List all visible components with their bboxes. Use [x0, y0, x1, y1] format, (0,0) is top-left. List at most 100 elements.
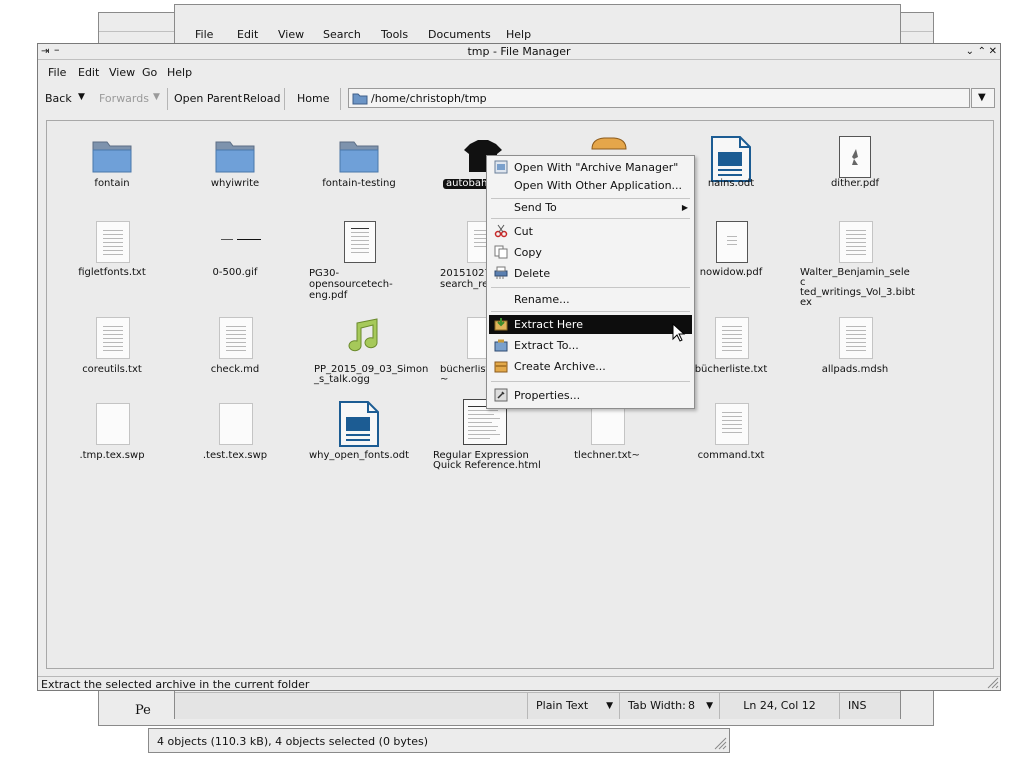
file-item[interactable]: fontain [52, 131, 172, 201]
status-message-text: Extract the selected archive in the curr… [41, 678, 310, 691]
file-label: command.txt [697, 450, 765, 461]
resize-grip-icon[interactable] [987, 677, 999, 689]
pdf-icon [839, 136, 871, 178]
file-item[interactable]: tlechner.txt~ [547, 399, 667, 469]
menu-item-label: Rename... [514, 293, 570, 306]
syntax-mode-label: Plain Text [536, 699, 589, 712]
menu-item-send-to[interactable]: Send To ▶ [489, 198, 692, 217]
forwards-history-dropdown-icon[interactable]: ▼ [153, 92, 160, 102]
file-label: whyiwrite [210, 178, 260, 189]
editor-menu-help[interactable]: Help [506, 28, 531, 41]
editor-menu-search[interactable]: Search [323, 28, 361, 41]
blank-file-icon [591, 403, 625, 445]
chevron-down-icon: ▼ [978, 92, 986, 103]
tab-width-dropdown[interactable]: Tab Width: 8 ▼ [619, 693, 719, 719]
menu-item-extract-here[interactable]: Extract Here [489, 315, 692, 334]
text-file-icon [715, 317, 749, 359]
file-label: fontain-testing [322, 178, 396, 189]
copy-icon [494, 245, 508, 259]
menu-separator [491, 287, 690, 288]
resize-grip-icon[interactable] [713, 736, 727, 750]
text-file-icon [715, 403, 749, 445]
insert-mode: INS [839, 693, 879, 719]
file-item[interactable]: why_open_fonts.odt [299, 399, 419, 469]
menu-item-label: Properties... [514, 389, 581, 402]
background-window-partial-text: Pe [135, 703, 151, 718]
file-item[interactable]: fontain-testing [299, 131, 419, 201]
editor-menu-view[interactable]: View [278, 28, 304, 41]
location-entry[interactable]: /home/christoph/tmp [348, 88, 970, 108]
menu-file[interactable]: File [48, 66, 66, 79]
file-item[interactable]: Regular Expression Quick Reference.html [423, 399, 543, 471]
blank-file-icon [219, 403, 253, 445]
properties-icon [494, 388, 508, 402]
syntax-mode-dropdown[interactable]: Plain Text ▼ [527, 693, 619, 719]
audio-icon [348, 318, 378, 352]
menu-item-delete[interactable]: Delete [489, 264, 692, 283]
menu-item-create-archive[interactable]: Create Archive... [489, 357, 692, 376]
menu-item-open-with-archive-manager[interactable]: Open With "Archive Manager" [489, 158, 692, 177]
file-item[interactable]: 0-500.gif [175, 217, 295, 297]
window-menu-icon[interactable]: – [54, 42, 60, 57]
reload-button[interactable]: Reload [243, 92, 280, 105]
file-label: 0-500.gif [212, 267, 258, 278]
menu-item-label: Copy [514, 246, 542, 259]
text-file-icon [839, 317, 873, 359]
pdf-icon [344, 221, 376, 263]
editor-menu-tools[interactable]: Tools [381, 28, 408, 41]
location-dropdown-button[interactable]: ▼ [971, 88, 995, 108]
shredder-icon [494, 266, 508, 279]
cursor-position: Ln 24, Col 12 [719, 693, 839, 719]
editor-menu-documents[interactable]: Documents [428, 28, 491, 41]
menu-separator [491, 311, 690, 312]
menu-edit[interactable]: Edit [78, 66, 99, 79]
forwards-button[interactable]: Forwards [99, 92, 149, 105]
menu-item-extract-to[interactable]: Extract To... [489, 336, 692, 355]
file-item[interactable]: coreutils.txt [52, 313, 172, 383]
chevron-down-icon: ▼ [706, 701, 713, 711]
file-item[interactable]: dither.pdf [795, 131, 915, 201]
file-item[interactable]: PP_2015_09_03_Simon _s_talk.ogg [299, 313, 428, 385]
menu-item-copy[interactable]: Copy [489, 243, 692, 262]
close-icon[interactable]: ✕ [989, 44, 997, 59]
extract-icon [494, 318, 508, 331]
menu-item-cut[interactable]: Cut [489, 222, 692, 241]
folder-icon [92, 141, 132, 173]
file-label: .tmp.tex.swp [79, 450, 145, 461]
home-button[interactable]: Home [297, 92, 329, 105]
file-item[interactable]: command.txt [671, 399, 791, 469]
file-item[interactable]: whyiwrite [175, 131, 295, 201]
menu-item-properties[interactable]: Properties... [489, 386, 692, 405]
file-label: tlechner.txt~ [574, 450, 640, 461]
file-item[interactable]: Walter_Benjamin_selec ted_writings_Vol_3.… [795, 217, 915, 308]
editor-menu-edit[interactable]: Edit [237, 28, 258, 41]
text-file-icon [96, 317, 130, 359]
editor-menu-file[interactable]: File [195, 28, 213, 41]
file-item[interactable]: check.md [175, 313, 295, 383]
file-label: figletfonts.txt [78, 267, 146, 278]
file-item[interactable]: .tmp.tex.swp [52, 399, 172, 469]
file-item[interactable]: PG30-opensourcetech-eng.pdf [299, 217, 419, 301]
window-title: tmp - File Manager [467, 45, 571, 58]
folder-icon [352, 93, 368, 105]
menu-item-label: Create Archive... [514, 360, 606, 373]
menu-go[interactable]: Go [142, 66, 157, 79]
menu-help[interactable]: Help [167, 66, 192, 79]
minimize-icon[interactable]: ⌄ [966, 44, 974, 59]
menu-item-open-with-other[interactable]: Open With Other Application... [489, 176, 692, 195]
pin-icon[interactable]: ⇥ [41, 44, 49, 59]
file-item[interactable]: allpads.mdsh [795, 313, 915, 383]
create-archive-icon [494, 361, 508, 373]
back-button[interactable]: Back [45, 92, 72, 105]
file-label: coreutils.txt [82, 364, 142, 375]
file-item[interactable]: .test.tex.swp [175, 399, 295, 469]
file-label: Walter_Benjamin_selec ted_writings_Vol_3.… [800, 267, 915, 308]
menu-view[interactable]: View [109, 66, 135, 79]
archive-manager-icon [494, 160, 508, 174]
file-item[interactable]: figletfonts.txt [52, 217, 172, 297]
open-parent-button[interactable]: Open Parent [174, 92, 242, 105]
back-history-dropdown-icon[interactable]: ▼ [78, 92, 85, 102]
maximize-icon[interactable]: ⌃ [978, 44, 986, 59]
menu-item-rename[interactable]: Rename... [489, 290, 692, 309]
window-titlebar[interactable]: ⇥ – tmp - File Manager ⌄ ⌃ ✕ [38, 42, 1000, 60]
